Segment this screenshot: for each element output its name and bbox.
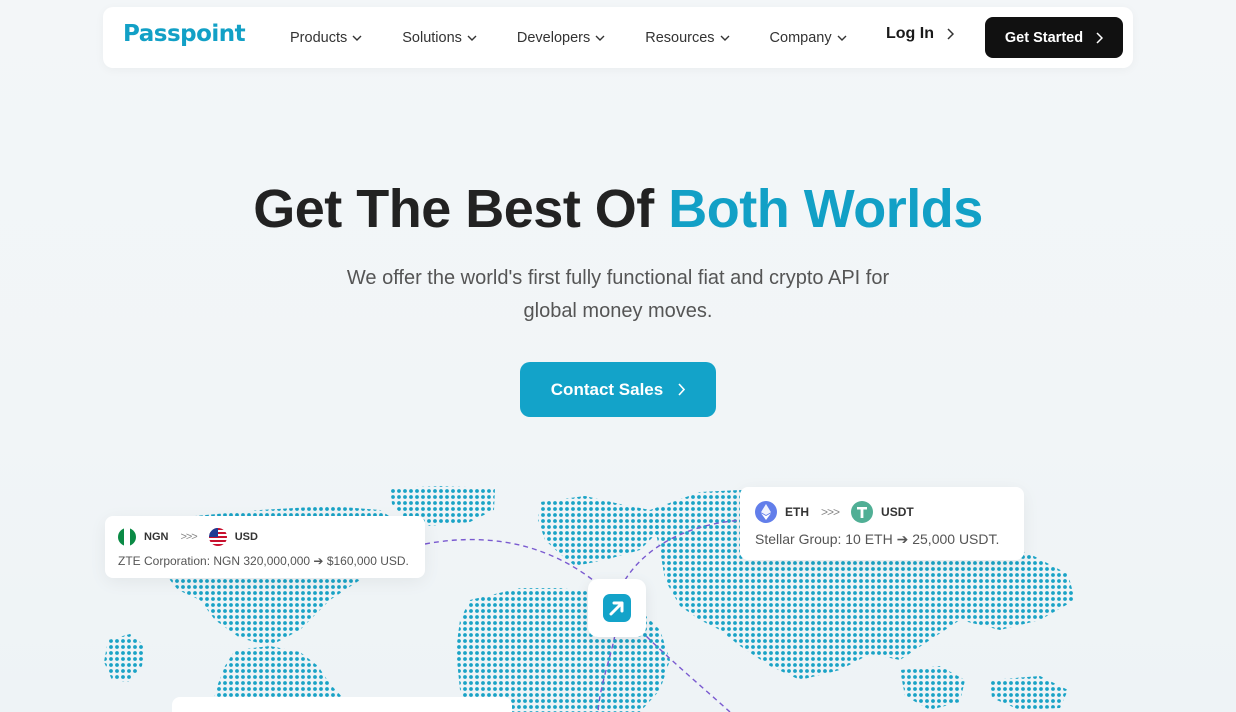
nav-menu: Products Solutions Developers Resources … <box>290 7 887 68</box>
nav-item-solutions[interactable]: Solutions <box>402 30 477 46</box>
crypto-card-description: Stellar Group: 10 ETH ➔ 25,000 USDT. <box>755 531 1000 547</box>
chevron-down-icon <box>595 35 605 41</box>
nav-item-label: Products <box>290 29 348 46</box>
hero-title: Get The Best Of Both Worlds <box>0 178 1236 240</box>
contact-sales-label: Contact Sales <box>550 379 664 399</box>
nav-item-label: Developers <box>516 29 591 46</box>
get-started-label: Get Started <box>1004 29 1084 46</box>
map-region-alaska <box>104 634 145 682</box>
brand-logo[interactable]: Passpoint <box>123 21 246 47</box>
crypto-card-header: ETH >>> USDT <box>755 501 1009 523</box>
transfer-arrows: >>> <box>821 505 840 519</box>
tether-icon <box>851 501 874 523</box>
map-region-europe <box>538 496 660 566</box>
fiat-card-description: ZTE Corporation: NGN 320,000,000 ➔ $160,… <box>118 554 409 568</box>
crypto-transfer-card: ETH >>> USDT Stellar Group: 10 ETH ➔ 25,… <box>740 487 1024 560</box>
hero-subtitle-line1: We offer the world's first fully functio… <box>346 267 890 289</box>
fiat-transfer-card: NGN >>> USD ZTE Corporation: NGN 320,000… <box>105 516 425 578</box>
chevron-down-icon <box>720 35 730 41</box>
nav-item-products[interactable]: Products <box>290 30 362 46</box>
arrow-up-right-icon <box>603 594 631 622</box>
map-region-oceania <box>900 666 965 710</box>
us-flag-icon <box>208 528 227 546</box>
nav-item-resources[interactable]: Resources <box>645 29 730 46</box>
from-crypto-code: ETH <box>785 505 809 519</box>
nav-item-company[interactable]: Company <box>770 30 847 46</box>
passpoint-badge <box>588 579 646 637</box>
partial-card <box>172 697 512 712</box>
to-currency-code: USD <box>234 531 258 543</box>
chevron-down-icon <box>467 35 477 41</box>
hero-subtitle: We offer the world's first fully functio… <box>300 262 936 328</box>
to-crypto-code: USDT <box>881 505 914 519</box>
login-label: Log In <box>886 25 934 42</box>
hero-title-main: Get The Best Of <box>253 179 669 239</box>
get-started-button[interactable]: Get Started <box>985 17 1123 58</box>
from-currency-code: NGN <box>144 531 169 543</box>
chevron-right-icon <box>947 28 954 40</box>
contact-sales-button[interactable]: Contact Sales <box>520 362 716 417</box>
map-region-islands <box>990 676 1068 710</box>
chevron-right-icon <box>1096 31 1104 44</box>
fiat-card-header: NGN >>> USD <box>118 528 412 546</box>
chevron-down-icon <box>352 35 362 41</box>
nigeria-flag-icon <box>118 528 136 546</box>
transfer-arrows: >>> <box>180 531 197 543</box>
nav-item-label: Company <box>769 29 832 46</box>
chevron-down-icon <box>837 35 847 41</box>
nav-item-label: Resources <box>645 29 715 46</box>
top-navbar: Passpoint Products Solutions Developers … <box>103 7 1133 68</box>
chevron-right-icon <box>678 383 686 396</box>
ethereum-icon <box>755 501 777 523</box>
login-link[interactable]: Log In <box>886 25 954 43</box>
hero-title-accent: Both Worlds <box>668 179 983 239</box>
nav-item-developers[interactable]: Developers <box>517 30 605 46</box>
hero-subtitle-line2: global money moves. <box>523 300 713 322</box>
nav-item-label: Solutions <box>402 29 462 46</box>
